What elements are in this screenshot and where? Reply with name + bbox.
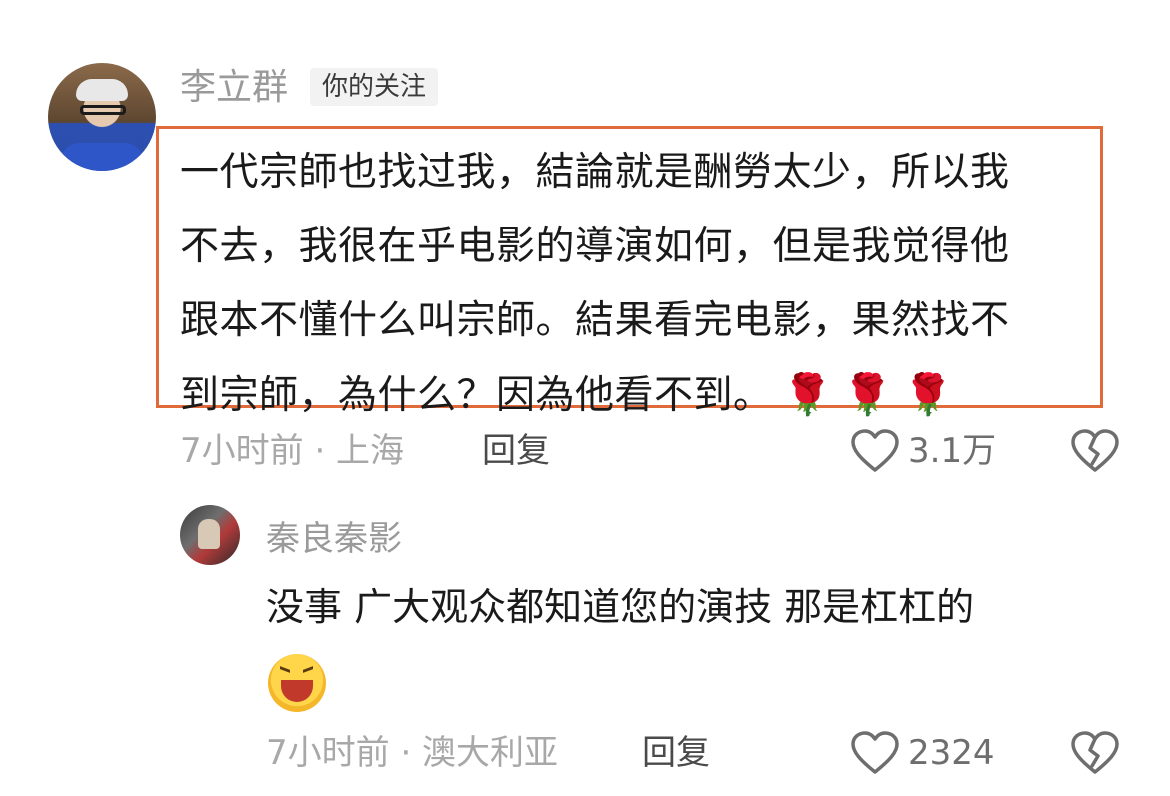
- comment-line: 不去，我很在乎电影的導演如何，但是我觉得他: [180, 224, 1010, 269]
- reply-author[interactable]: 秦良秦影: [266, 522, 402, 556]
- rose-emoji: 🌹: [842, 372, 894, 418]
- reply-like-count: 2324: [908, 733, 995, 773]
- emoji-eye: [280, 666, 290, 681]
- rose-emoji: 🌹: [903, 372, 954, 418]
- reply-avatar[interactable]: [180, 505, 240, 565]
- heart-icon: [851, 429, 899, 472]
- comment-meta: 7小时前 · 上海: [180, 431, 405, 471]
- reply-text: 没事 广大观众都知道您的演技 那是杠杠的: [266, 585, 975, 629]
- comment-text: 一代宗師也找过我，結論就是酬勞太少，所以我 不去，我很在乎电影的導演如何，但是我…: [180, 136, 1100, 433]
- reply-like-button[interactable]: [850, 730, 900, 776]
- comment-line: 一代宗師也找过我，結論就是酬勞太少，所以我: [180, 150, 1010, 195]
- avatar-hair: [76, 79, 128, 101]
- reply-meta: 7小时前 · 澳大利亚: [266, 733, 559, 773]
- broken-heart-icon: [1071, 731, 1119, 774]
- comment-author[interactable]: 李立群: [180, 70, 288, 106]
- comment-line: 到宗師，為什么？因為他看不到。: [180, 373, 773, 418]
- reply-dislike-button[interactable]: [1070, 730, 1120, 776]
- emoji-mouth: [281, 680, 313, 702]
- like-count: 3.1万: [908, 431, 997, 471]
- comment-line: 跟本不懂什么叫宗師。結果看完电影，果然找不: [180, 298, 1010, 343]
- avatar[interactable]: [48, 63, 156, 171]
- heart-icon: [851, 731, 899, 774]
- reply-avatar-figure: [198, 519, 220, 549]
- reply-button[interactable]: 回复: [482, 434, 550, 468]
- avatar-glasses: [80, 105, 126, 115]
- broken-heart-icon: [1071, 429, 1119, 472]
- like-button[interactable]: [850, 428, 900, 474]
- follow-badge: 你的关注: [310, 68, 439, 106]
- reply-reply-button[interactable]: 回复: [642, 736, 710, 770]
- dislike-button[interactable]: [1070, 428, 1120, 474]
- avatar-shirt: [60, 143, 144, 171]
- emoji-eye: [303, 666, 313, 681]
- comment-line-last: 到宗師，為什么？因為他看不到。 🌹 🌹 🌹: [180, 358, 1100, 433]
- rose-emoji: 🌹: [782, 372, 833, 418]
- laughing-face-icon: [268, 654, 326, 712]
